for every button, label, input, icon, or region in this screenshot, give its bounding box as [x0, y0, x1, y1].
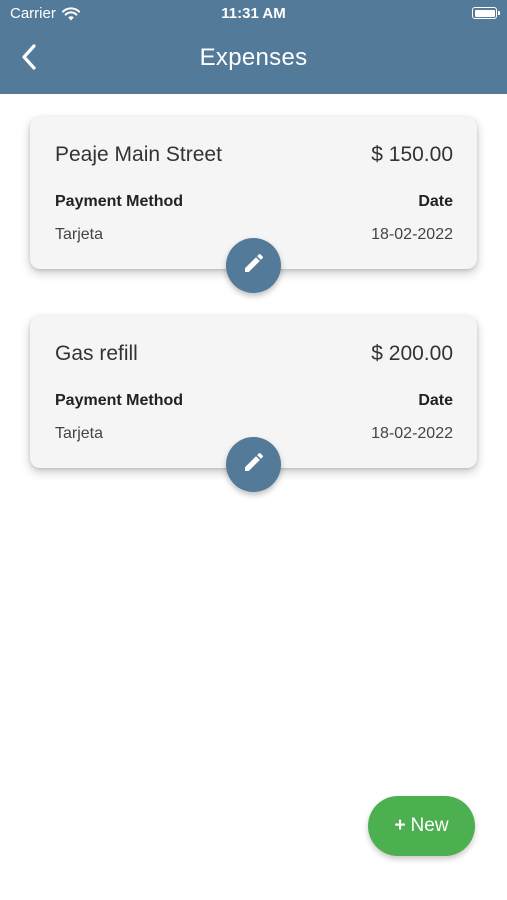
date-value: 18-02-2022: [371, 425, 453, 442]
expense-card[interactable]: Gas refill $ 200.00 Payment Method Date …: [30, 316, 477, 492]
edit-expense-button[interactable]: [226, 437, 281, 492]
payment-method-value: Tarjeta: [55, 226, 104, 243]
expense-card[interactable]: Peaje Main Street $ 150.00 Payment Metho…: [30, 117, 477, 293]
pencil-icon: [242, 450, 266, 479]
expense-title: Gas refill: [55, 342, 138, 365]
page-title: Expenses: [199, 44, 308, 71]
status-time: 11:31 AM: [221, 5, 286, 22]
payment-method-label: Payment Method: [55, 392, 184, 409]
date-value: 18-02-2022: [371, 226, 453, 243]
expense-amount: $ 150.00: [371, 143, 453, 166]
new-expense-button[interactable]: + New: [368, 796, 475, 856]
date-label: Date: [418, 392, 453, 409]
battery-icon: [472, 7, 500, 19]
app-header: Carrier 11:31 AM Expenses: [0, 0, 507, 94]
expense-title: Peaje Main Street: [55, 143, 222, 166]
pencil-icon: [242, 251, 266, 280]
new-button-label: New: [410, 815, 449, 836]
expense-amount: $ 200.00: [371, 342, 453, 365]
payment-method-value: Tarjeta: [55, 425, 104, 442]
status-bar: Carrier 11:31 AM: [0, 0, 507, 28]
edit-expense-button[interactable]: [226, 238, 281, 293]
plus-icon: +: [394, 815, 406, 836]
payment-method-label: Payment Method: [55, 193, 184, 210]
date-label: Date: [418, 193, 453, 210]
